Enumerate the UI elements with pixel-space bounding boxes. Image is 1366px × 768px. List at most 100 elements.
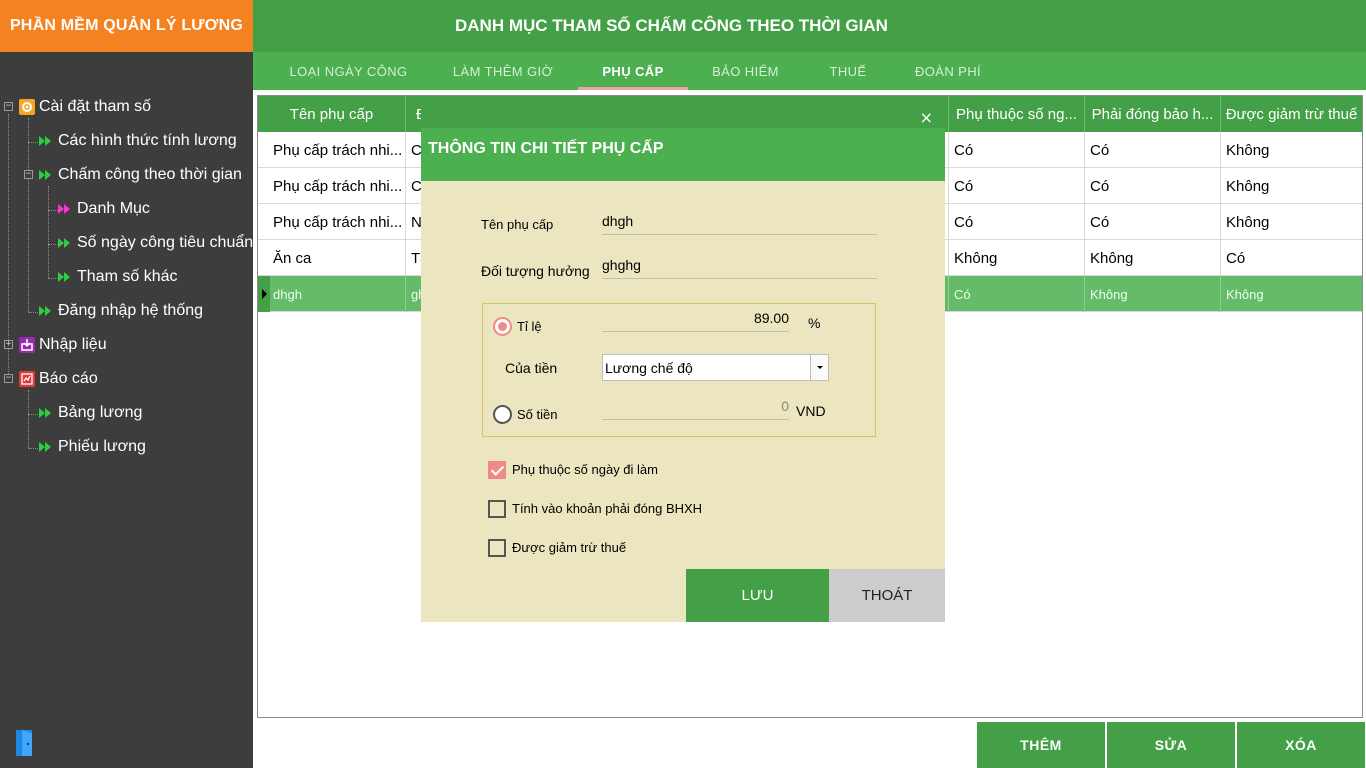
grid-header-depends-days[interactable]: Phụ thuộc số ng... [949,96,1085,132]
grid-cell: Phụ cấp trách nhi... [268,204,406,240]
sidebar-item-payroll[interactable]: Bảng lương [38,402,142,424]
grid-cell: Có [1085,168,1221,204]
grid-cell: Có [1226,249,1246,267]
tab-day-types[interactable]: LOẠI NGÀY CÔNG [281,52,416,90]
double-arrow-icon [57,203,73,215]
rate-radio[interactable] [493,317,512,336]
sidebar-item-salary-methods[interactable]: Các hình thức tính lương [38,130,237,152]
grid-cell: Không [1085,240,1221,276]
dialog-titlebar[interactable]: × [421,106,945,128]
collapse-toggle[interactable]: − [4,102,13,111]
double-arrow-icon [57,237,73,249]
grid-cell: Có [949,168,1085,204]
import-icon [19,337,35,353]
chevron-down-icon[interactable] [810,355,828,380]
grid-cell: Không [1226,177,1270,195]
sidebar-item-label: Chấm công theo thời gian [58,166,242,183]
sidebar-item-standard-days[interactable]: Số ngày công tiêu chuẩn [57,232,253,254]
save-button[interactable]: LƯU [686,569,829,622]
grid-cell: Phụ cấp trách nhi... [268,168,406,204]
grid-cell: Có [949,204,1085,240]
double-arrow-icon [38,135,54,147]
grid-header-tax-deduct[interactable]: Được giảm trừ thuế [1221,96,1362,132]
sidebar-item-label: Đăng nhập hệ thống [58,302,204,319]
sidebar-item-label: Bảng lương [58,404,143,421]
depends-days-checkbox[interactable] [488,461,506,479]
header: DANH MỤC THAM SỐ CHẤM CÔNG THEO THỜI GIA… [253,0,1366,52]
name-field[interactable]: dhgh [602,213,877,235]
grid-cell: Không [949,240,1085,276]
dialog-title: THÔNG TIN CHI TIẾT PHỤ CẤP [428,140,664,157]
rate-input[interactable]: 89.00 [602,310,789,332]
door-exit-icon[interactable] [14,728,36,758]
bhxh-checkbox[interactable] [488,500,506,518]
grid-cell: Có [1085,204,1221,240]
depends-days-label: Phụ thuộc số ngày đi làm [512,462,658,477]
of-money-select[interactable]: Lương chế độ [602,354,829,381]
double-arrow-icon [38,169,54,181]
double-arrow-icon [38,407,54,419]
grid-header-name[interactable]: Tên phụ cấp [258,96,406,132]
target-field[interactable]: ghghg [602,257,877,279]
close-icon[interactable]: × [920,108,933,127]
sidebar-item-label: Số ngày công tiêu chuẩn [77,234,254,251]
of-money-label: Của tiền [505,360,558,376]
tax-deduct-checkbox[interactable] [488,539,506,557]
amount-label: Số tiền [517,407,558,422]
grid-cell: Có [1085,132,1221,168]
sidebar-item-settings[interactable]: Cài đặt tham số [19,96,151,118]
sidebar-item-payslip[interactable]: Phiếu lương [38,436,146,458]
double-arrow-icon [38,305,54,317]
delete-button[interactable]: XÓA [1237,722,1365,768]
sidebar-item-label: Báo cáo [39,370,98,387]
sidebar-item-reports[interactable]: Báo cáo [19,368,98,390]
sidebar-item-label: Tham số khác [77,268,178,285]
tree-line [28,390,29,448]
tab-overtime[interactable]: LÀM THÊM GIỜ [443,52,563,90]
sidebar-item-login[interactable]: Đăng nhập hệ thống [38,300,203,322]
expand-toggle[interactable]: + [4,340,13,349]
report-icon [19,371,35,387]
grid-cell: Có [949,276,1085,312]
rate-label: Tỉ lệ [517,319,542,334]
grid-cell: Không [1085,276,1221,312]
sidebar-item-label: Các hình thức tính lương [58,132,237,149]
app-title: PHẦN MỀM QUẢN LÝ LƯƠNG [0,0,253,52]
rate-unit: % [808,315,821,331]
sidebar-item-other-params[interactable]: Tham số khác [57,266,177,288]
bhxh-label: Tính vào khoản phải đóng BHXH [512,501,703,516]
amount-radio[interactable] [493,405,512,424]
grid-header-insurance[interactable]: Phải đóng bảo h... [1085,96,1221,132]
tab-tax[interactable]: THUẾ [818,52,878,90]
tab-allowance[interactable]: PHỤ CẤP [578,52,688,90]
double-arrow-icon [38,441,54,453]
grid-cell: Không [1226,213,1270,231]
tree-line [48,186,49,278]
collapse-toggle[interactable]: − [4,374,13,383]
amount-input[interactable]: 0 [602,398,789,420]
gear-icon [19,99,35,115]
tab-insurance[interactable]: BẢO HIỂM [703,52,788,90]
tree-line [28,142,38,143]
dialog-header: THÔNG TIN CHI TIẾT PHỤ CẤP [421,128,945,181]
grid-cell: Ăn ca [268,240,406,276]
name-label: Tên phụ cấp [481,217,554,232]
amount-unit: VND [796,403,826,419]
exit-button[interactable]: THOÁT [829,569,945,622]
tax-deduct-label: Được giảm trừ thuế [512,540,627,555]
sidebar-item-timekeeping[interactable]: Chấm công theo thời gian [38,164,242,186]
sidebar-item-data-entry[interactable]: Nhập liệu [19,334,107,356]
grid-cell: Không [1226,286,1264,302]
sidebar-item-catalog[interactable]: Danh Mục [57,198,150,220]
edit-button[interactable]: SỬA [1107,722,1235,768]
grid-cell: Phụ cấp trách nhi... [268,132,406,168]
add-button[interactable]: THÊM [977,722,1105,768]
grid-cell: dhgh [268,276,406,312]
allowance-detail-dialog: × THÔNG TIN CHI TIẾT PHỤ CẤP Tên phụ cấp… [421,106,945,622]
tree-line [28,118,29,312]
tab-union-fee[interactable]: ĐOÀN PHÍ [908,52,988,90]
collapse-toggle[interactable]: − [24,170,33,179]
sidebar-item-label: Cài đặt tham số [39,98,152,115]
grid-cell: Không [1226,141,1270,159]
tab-bar: LOẠI NGÀY CÔNG LÀM THÊM GIỜ PHỤ CẤP BẢO … [253,52,1366,90]
